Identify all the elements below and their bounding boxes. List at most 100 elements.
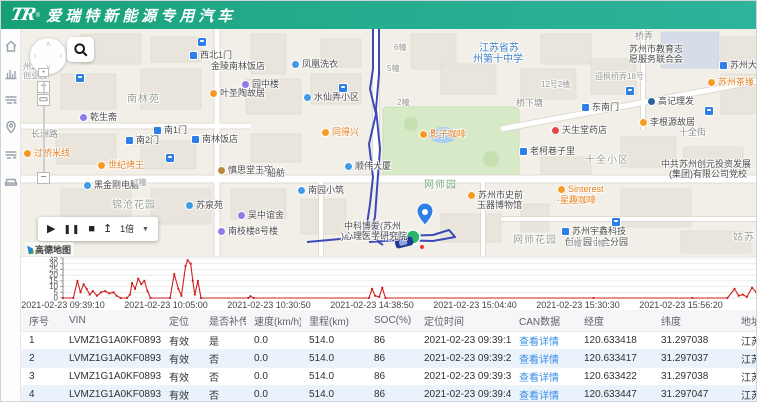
orange-poi-icon [467,191,476,200]
vehicle-icon[interactable] [4,174,18,188]
bus-stop-icon [611,217,621,227]
map-label: 中共苏州创元投资发展 [661,160,751,169]
table-cell: 1 [21,331,61,349]
table-row[interactable]: 2LVMZ1G1A0KF089390有效否0.0514.0862021-02-2… [21,349,757,367]
can-detail-link[interactable]: 查看详情 [519,391,559,402]
map-label: 老柯巷子里 [519,147,575,156]
map-label: )心理医学研究院 [341,232,407,241]
zoom-out-button[interactable]: − [37,172,50,184]
map-label: 中科博爱(苏州 [344,222,401,231]
table-cell: 2021-02-23 09:39:30 [416,367,511,385]
orange-poi-icon [97,161,106,170]
bus-stop-icon [197,37,207,47]
map-label: 东南门 [581,103,619,112]
table-cell: 江苏省苏州市 [733,385,757,402]
app-header: TR ® 爱瑞特新能源专用汽车 [1,1,757,29]
table-cell: LVMZ1G1A0KF089390 [61,385,161,402]
purple-poi-icon [241,80,250,89]
map-label: 苏泉苑 [185,201,223,210]
play-button[interactable]: ▶ [47,224,55,235]
table-cell: 是 [201,331,246,349]
navy-poi-icon [647,97,656,106]
app-title: 爱瑞特新能源专用汽车 [46,5,236,26]
metro-poi-icon [191,135,200,144]
map-label: 南1门 [153,126,187,135]
map-label: 乾生斋 [79,113,117,122]
table-header-cell: CAN数据 [511,310,576,331]
playback-speed-select[interactable]: 1倍 [120,225,134,234]
svg-text:35: 35 [49,257,58,263]
map-label: 同得兴 [321,128,359,137]
map-search-button[interactable] [67,37,94,62]
map-label: 十全街 [679,128,706,137]
bus-poi-icon [719,61,728,70]
brand-logo-icon: TR [9,5,36,25]
pause-button[interactable]: ❚❚ [63,225,80,234]
can-detail-link[interactable]: 查看详情 [519,337,559,348]
map-label: 世纪烤王 [97,161,144,170]
map-label: 慎思堂王宅 [217,166,273,175]
table-header-cell: 速度(km/h) [246,310,301,331]
table-cell: 有效 [161,367,201,385]
map-canvas[interactable]: 州之创业园西北1门金陵南林饭店叶圣陶故居南林苑乾生斋长洲路南1门南2门南林饭店凤… [21,29,757,256]
route-playback-icon[interactable] [4,147,18,161]
map-zoom-indicator[interactable]: • [38,68,49,77]
table-cell: 120.633418 [576,331,653,349]
can-detail-link[interactable]: 查看详情 [519,355,559,366]
table-row[interactable]: 1LVMZ1G1A0KF089390有效是0.0514.0862021-02-2… [21,331,757,349]
app-window: TR ® 爱瑞特新能源专用汽车 [0,0,757,402]
purple-poi-icon [237,211,246,220]
orange-poi-icon [321,128,330,137]
blue-poi-icon [303,93,312,102]
orange-poi-icon [419,130,428,139]
map-label: 3幢 [569,240,581,248]
map-label: 高记理发 [647,97,694,106]
statistics-icon[interactable] [4,66,18,80]
map-label: 南林饭店 [191,135,238,144]
table-header-cell: 经度 [576,310,653,331]
table-cell: 31.297047 [653,385,733,402]
stop-button[interactable]: ■ [88,224,95,235]
table-cell: 2021-02-23 09:39:10 [416,331,511,349]
map-attribution: 高德地图 [25,242,74,256]
export-icon[interactable]: ↥ [103,224,112,235]
speed-chart: 051015202530352021-02-23 09:39:102021-02… [21,256,757,310]
svg-text:2021-02-23 10:30:50: 2021-02-23 10:30:50 [227,300,311,310]
table-cell: 江苏省苏州市 [733,367,757,385]
map-label: 南2门 [125,136,159,145]
can-detail-link[interactable]: 查看详情 [519,373,559,384]
table-cell: LVMZ1G1A0KF089390 [61,331,161,349]
svg-text:2021-02-23 15:56:20: 2021-02-23 15:56:20 [639,300,723,310]
road-report-icon[interactable] [4,93,18,107]
map-label: 南枝楼8号楼 [217,227,278,236]
location-icon[interactable] [4,120,18,134]
home-icon[interactable] [4,39,18,53]
map-label: 迎枫桥弄18号 [595,73,644,81]
map-label: 过桥米线 [23,149,70,158]
purple-poi-icon [217,227,226,236]
table-cell: 查看详情 [511,367,576,385]
table-row[interactable]: 3LVMZ1G1A0KF089390有效否0.0514.0862021-02-2… [21,367,757,385]
table-cell: 120.633422 [576,367,653,385]
table-header-cell: 序号 [21,310,61,331]
table-row[interactable]: 4LVMZ1G1A0KF089390有效否0.0514.0862021-02-2… [21,385,757,402]
table-cell: 86 [366,349,416,367]
amap-logo-icon [27,245,34,255]
map-label: 黑金刚电脑 [83,181,139,190]
chevron-down-icon[interactable]: ▼ [142,226,149,233]
map-label: 园中楼 [241,80,279,89]
map-label: 苏州大学 [719,61,757,70]
metro-poi-icon [153,126,162,135]
orange-poi-icon [707,78,716,87]
table-cell: 查看详情 [511,349,576,367]
table-header-cell: 定位时间 [416,310,511,331]
map-label: 顺伟大厦 [344,162,391,171]
map-label: 7幢 [134,179,146,187]
table-cell: 4 [21,385,61,402]
table-cell: 2021-02-23 09:39:20 [416,349,511,367]
table-cell: 31.297038 [653,331,733,349]
table-header-cell: 里程(km) [301,310,366,331]
bus-stop-icon [625,86,635,96]
orange-poi-icon [23,149,32,158]
zoom-slider-handle[interactable]: ▭ [37,94,50,106]
